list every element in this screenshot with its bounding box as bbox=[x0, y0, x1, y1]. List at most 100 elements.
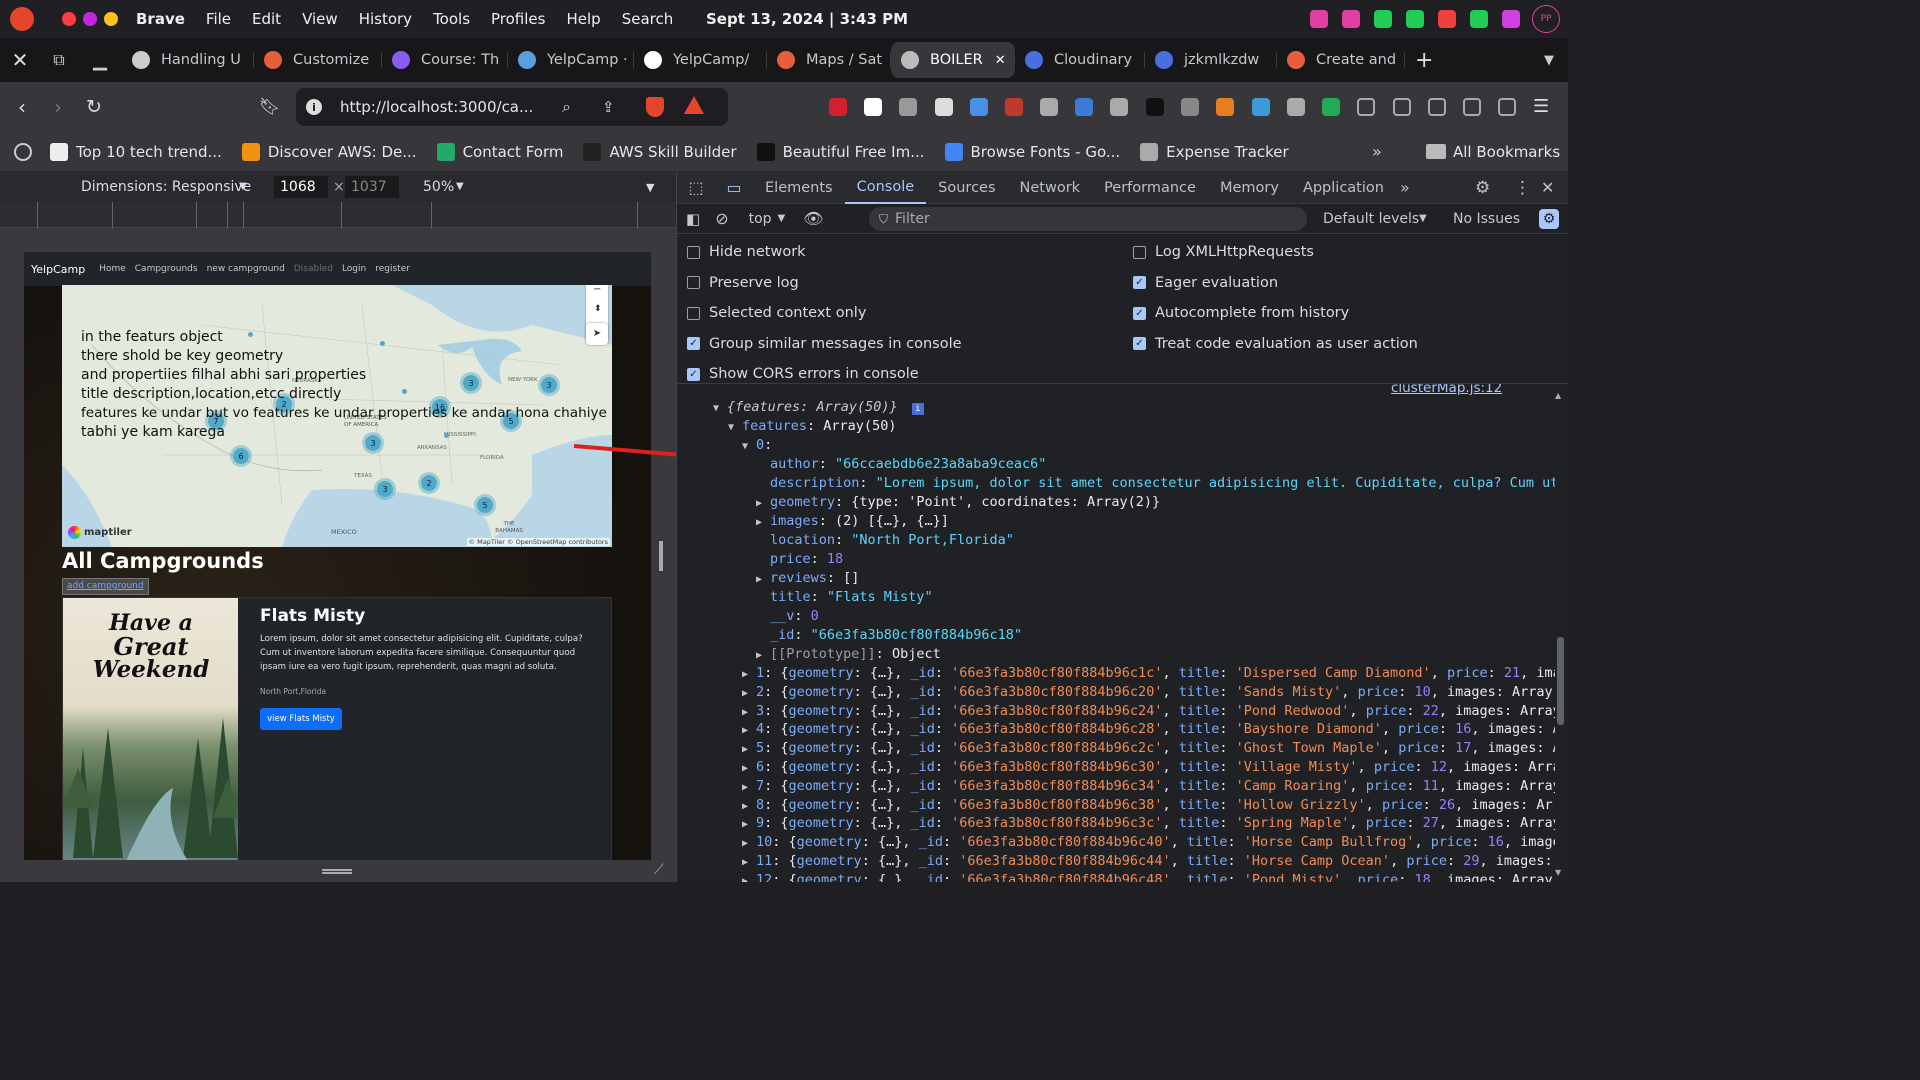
height-input[interactable]: 1037 bbox=[345, 176, 399, 198]
expand-triangle-icon[interactable]: ▶ bbox=[742, 759, 756, 778]
device-more-icon[interactable]: ▼ bbox=[646, 181, 654, 194]
volume-icon[interactable] bbox=[1406, 10, 1424, 28]
menu-profiles[interactable]: Profiles bbox=[491, 10, 545, 28]
minimize-window-dot[interactable] bbox=[83, 12, 97, 26]
browser-tab[interactable]: BOILER ✕ bbox=[891, 42, 1015, 78]
more-tabs-icon[interactable]: » bbox=[1400, 178, 1410, 197]
extension-icon[interactable] bbox=[864, 98, 882, 116]
feature-row[interactable]: ▶ 9: {geometry: {…}, _id: '66e3fa3b80cf80… bbox=[742, 814, 1555, 833]
url-text[interactable]: http://localhost:3000/ca... bbox=[340, 98, 533, 116]
geolocate-icon[interactable]: ➤ bbox=[586, 323, 608, 345]
browser-tab[interactable]: YelpCamp · bbox=[508, 42, 634, 78]
all-bookmarks[interactable]: All Bookmarks bbox=[1453, 143, 1560, 161]
close-icon[interactable]: ✕ bbox=[0, 48, 40, 72]
expand-triangle-icon[interactable]: ▶ bbox=[742, 834, 756, 853]
zoom-icon[interactable]: ⌕ bbox=[562, 97, 571, 117]
address-bar[interactable]: i http://localhost:3000/ca... ⌕ ⇪ bbox=[296, 88, 728, 126]
site-info-icon[interactable]: i bbox=[306, 99, 322, 115]
checkbox-unchecked-icon[interactable] bbox=[1133, 245, 1146, 259]
expand-triangle-icon[interactable]: ▶ bbox=[742, 853, 756, 872]
expand-triangle-icon[interactable]: ▶ bbox=[742, 872, 756, 882]
feature-row[interactable]: ▶ 8: {geometry: {…}, _id: '66e3fa3b80cf80… bbox=[742, 796, 1555, 815]
menu-file[interactable]: File bbox=[206, 10, 231, 28]
item-0-row[interactable]: ▼ 0: bbox=[742, 436, 772, 455]
new-tab-icon[interactable]: + bbox=[1415, 48, 1433, 73]
expand-triangle-icon[interactable]: ▶ bbox=[742, 721, 756, 740]
brightness-icon[interactable] bbox=[1438, 10, 1456, 28]
add-campground-link[interactable]: add campground bbox=[62, 578, 149, 595]
checkbox-checked-icon[interactable]: ✓ bbox=[1133, 306, 1146, 320]
map-point[interactable] bbox=[444, 433, 449, 438]
log-levels-select[interactable]: Default levels bbox=[1323, 211, 1419, 227]
cluster-marker[interactable]: 3 bbox=[460, 372, 482, 394]
tab-performance[interactable]: Performance bbox=[1092, 172, 1208, 204]
tab-sources[interactable]: Sources bbox=[926, 172, 1007, 204]
chevron-down-icon[interactable]: ▼ bbox=[1544, 53, 1554, 68]
prop-reviews[interactable]: ▶ reviews: [] bbox=[756, 569, 859, 588]
minimize-icon[interactable]: ▁ bbox=[78, 50, 122, 71]
cluster-marker[interactable]: 6 bbox=[230, 445, 252, 467]
extension-icon[interactable] bbox=[1252, 98, 1270, 116]
nav-register[interactable]: register bbox=[375, 264, 410, 274]
menu-search[interactable]: Search bbox=[622, 10, 674, 28]
console-scrollbar-up-icon[interactable]: ▲ bbox=[1555, 391, 1561, 400]
expand-triangle-icon[interactable]: ▶ bbox=[756, 570, 770, 589]
feature-row[interactable]: ▶ 11: {geometry: {…}, _id: '66e3fa3b80cf8… bbox=[742, 852, 1553, 871]
zoom-window-dot[interactable] bbox=[104, 12, 118, 26]
nav-login[interactable]: Login bbox=[342, 264, 366, 274]
menu-edit[interactable]: Edit bbox=[252, 10, 281, 28]
devtools-menu-icon[interactable]: ⋮ bbox=[1514, 178, 1531, 198]
forward-icon[interactable]: › bbox=[54, 95, 62, 119]
wifi-icon[interactable] bbox=[1470, 10, 1488, 28]
feature-row[interactable]: ▶ 5: {geometry: {…}, _id: '66e3fa3b80cf80… bbox=[742, 739, 1555, 758]
expand-triangle-icon[interactable]: ▶ bbox=[742, 797, 756, 816]
feature-row[interactable]: ▶ 12: {geometry: {…}, _id: '66e3fa3b80cf8… bbox=[742, 871, 1555, 882]
feature-row[interactable]: ▶ 10: {geometry: {…}, _id: '66e3fa3b80cf8… bbox=[742, 833, 1555, 852]
extension-icon[interactable] bbox=[970, 98, 988, 116]
bookmark-item[interactable]: Beautiful Free Im... bbox=[756, 142, 925, 161]
feature-row[interactable]: ▶ 7: {geometry: {…}, _id: '66e3fa3b80cf80… bbox=[742, 777, 1555, 796]
extension-icon[interactable] bbox=[899, 98, 917, 116]
devtools-close-icon[interactable]: ✕ bbox=[1541, 178, 1554, 197]
avatar[interactable]: PP bbox=[1532, 5, 1560, 33]
menu-history[interactable]: History bbox=[359, 10, 412, 28]
console-setting-checkbox[interactable]: ✓ Eager evaluation bbox=[1133, 275, 1278, 291]
menu-view[interactable]: View bbox=[302, 10, 338, 28]
compass-icon[interactable]: ⬍ bbox=[594, 304, 602, 314]
dimensions-select[interactable]: Dimensions: Responsive bbox=[81, 179, 251, 195]
browser-tab[interactable]: jzkmlkzdw bbox=[1145, 42, 1277, 78]
feature-row[interactable]: ▶ 6: {geometry: {…}, _id: '66e3fa3b80cf80… bbox=[742, 758, 1555, 777]
expand-triangle-icon[interactable]: ▶ bbox=[742, 684, 756, 703]
zoom-select[interactable]: 50% bbox=[423, 179, 454, 195]
back-icon[interactable]: ‹ bbox=[18, 95, 26, 119]
features-row[interactable]: ▼ features: Array(50) bbox=[728, 417, 896, 436]
brave-shields-icon[interactable] bbox=[646, 97, 664, 117]
browser-tab[interactable]: Customize bbox=[254, 42, 382, 78]
console-setting-checkbox[interactable]: Selected context only bbox=[687, 305, 866, 321]
notes-icon[interactable] bbox=[1342, 10, 1360, 28]
bookmark-item[interactable]: AWS Skill Builder bbox=[583, 142, 737, 161]
checkbox-checked-icon[interactable]: ✓ bbox=[1133, 276, 1146, 290]
console-setting-checkbox[interactable]: ✓ Group similar messages in console bbox=[687, 336, 962, 352]
cluster-marker[interactable]: 3 bbox=[362, 432, 384, 454]
source-link[interactable]: clusterMap.js:12 bbox=[1391, 384, 1502, 398]
info-icon[interactable]: i bbox=[911, 403, 924, 415]
extension-icon[interactable] bbox=[1146, 98, 1164, 116]
expand-triangle-icon[interactable]: ▶ bbox=[756, 494, 770, 513]
console-settings-icon[interactable]: ⚙ bbox=[1539, 208, 1559, 229]
feature-row[interactable]: ▶ 4: {geometry: {…}, _id: '66e3fa3b80cf80… bbox=[742, 720, 1555, 739]
prop-prototype[interactable]: ▶ [[Prototype]]: Object bbox=[756, 645, 941, 664]
tab-network[interactable]: Network bbox=[1008, 172, 1093, 204]
tab-application[interactable]: Application bbox=[1291, 172, 1396, 204]
brave-rewards-icon[interactable] bbox=[684, 96, 704, 114]
context-select[interactable]: top bbox=[749, 211, 772, 227]
feature-row[interactable]: ▶ 3: {geometry: {…}, _id: '66e3fa3b80cf80… bbox=[742, 702, 1555, 721]
feature-row[interactable]: ▶ 1: {geometry: {…}, _id: '66e3fa3b80cf80… bbox=[742, 664, 1555, 683]
map-point[interactable] bbox=[402, 389, 407, 394]
console-setting-checkbox[interactable]: Hide network bbox=[687, 244, 806, 260]
expand-triangle-icon[interactable]: ▶ bbox=[742, 778, 756, 797]
map-point[interactable] bbox=[380, 341, 385, 346]
app-menu[interactable]: Brave bbox=[136, 10, 185, 28]
extension-icon[interactable] bbox=[1322, 98, 1340, 116]
extension-icon[interactable] bbox=[829, 98, 847, 116]
